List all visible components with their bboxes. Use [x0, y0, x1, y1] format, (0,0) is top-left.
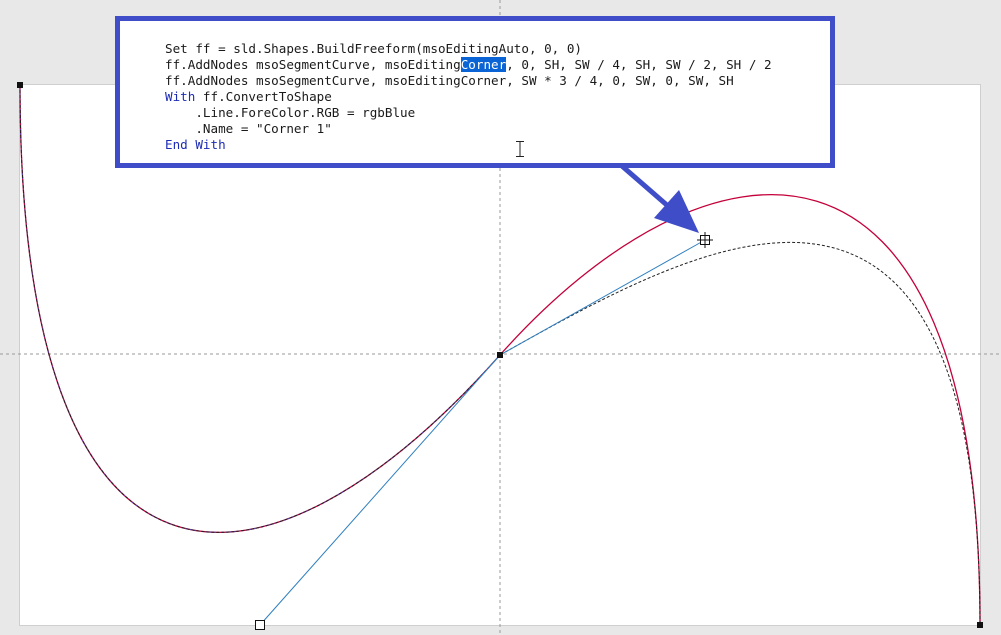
control-handle-left[interactable] — [255, 620, 265, 630]
keyword-with: With — [165, 89, 196, 104]
node-end[interactable] — [977, 622, 983, 628]
code-line-2: ff.AddNodes msoSegmentCurve, msoEditingC… — [165, 57, 772, 73]
code-line-6: .Name = "Corner 1" — [165, 121, 332, 136]
code-line-4: With ff.ConvertToShape — [165, 89, 332, 105]
text-cursor-icon — [516, 141, 524, 157]
code-line-7: End With — [165, 137, 226, 152]
selected-text[interactable]: Corner — [460, 57, 507, 72]
node-start[interactable] — [17, 82, 23, 88]
node-middle[interactable] — [497, 352, 503, 358]
tangent-line-right — [499, 239, 706, 356]
code-line-1: Set ff = sld.Shapes.BuildFreeform(msoEdi… — [165, 41, 583, 56]
code-panel: Set ff = sld.Shapes.BuildFreeform(msoEdi… — [115, 16, 835, 168]
move-handle-icon[interactable] — [697, 232, 713, 248]
code-line-4-rest: ff.ConvertToShape — [195, 89, 332, 104]
code-line-3: ff.AddNodes msoSegmentCurve, msoEditingC… — [165, 73, 734, 88]
code-line-5: .Line.ForeColor.RGB = rgbBlue — [165, 105, 416, 120]
code-line-2-start: ff.AddNodes msoSegmentCurve, msoEditing — [165, 57, 461, 72]
editor-canvas: Set ff = sld.Shapes.BuildFreeform(msoEdi… — [0, 0, 1001, 635]
tangent-line-left — [259, 354, 501, 626]
code-line-2-end: , 0, SH, SW / 4, SH, SW / 2, SH / 2 — [506, 57, 772, 72]
